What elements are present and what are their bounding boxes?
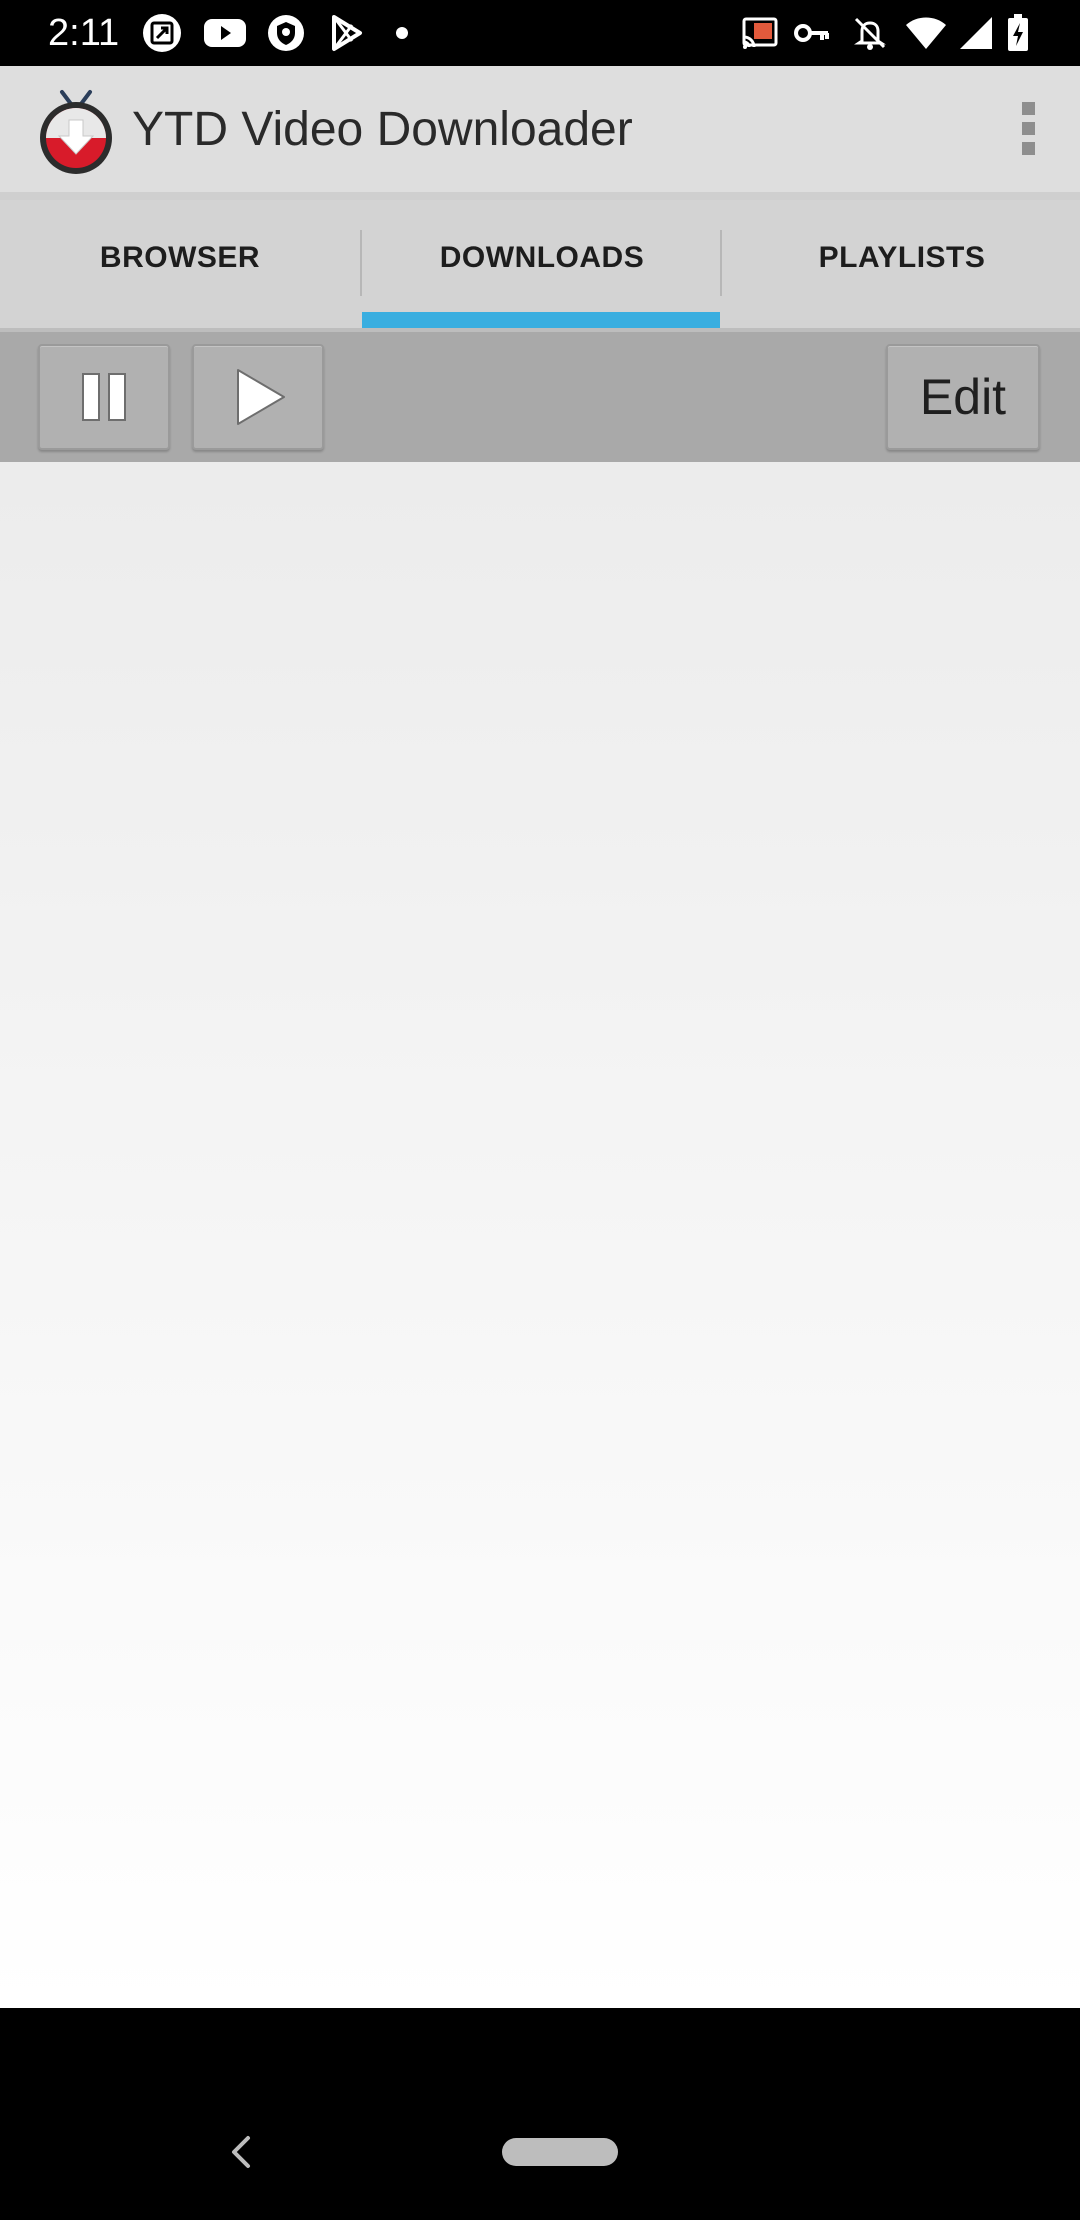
navigation-bar [0, 2008, 1080, 2220]
battery-charging-icon [1008, 14, 1028, 51]
downloads-toolbar: Edit [0, 328, 1080, 462]
pause-button[interactable] [38, 344, 170, 450]
vpn-key-icon [794, 24, 829, 42]
cast-icon [742, 17, 778, 49]
edit-button[interactable]: Edit [886, 344, 1040, 450]
tab-selected-indicator [362, 312, 720, 328]
overflow-menu-icon[interactable] [1006, 96, 1050, 162]
status-bar: 2:11 [0, 0, 1080, 66]
wifi-icon [906, 17, 946, 49]
status-time: 2:11 [48, 12, 120, 54]
screen: 2:11 YTD Video Downloader BROWSER DOWNLO… [0, 0, 1080, 2220]
pause-icon [82, 373, 126, 421]
app-title: YTD Video Downloader [132, 103, 633, 156]
shield-icon [268, 15, 304, 51]
resume-button[interactable] [192, 344, 324, 450]
ytd-logo-icon [40, 90, 112, 174]
menu-dot [1022, 142, 1035, 155]
menu-dot [1022, 102, 1035, 115]
status-right-icons [740, 13, 1040, 53]
app-bar: YTD Video Downloader [0, 66, 1080, 192]
youtube-icon [204, 19, 246, 47]
edit-label: Edit [919, 369, 1007, 425]
tab-browser[interactable]: BROWSER [0, 200, 360, 328]
notification-screenshot-icon [143, 14, 181, 52]
play-store-icon [332, 15, 362, 51]
back-icon[interactable] [222, 2132, 258, 2172]
signal-icon [960, 17, 992, 49]
tab-playlists[interactable]: PLAYLISTS [722, 200, 1080, 328]
tab-downloads[interactable]: DOWNLOADS [362, 200, 722, 328]
dot-icon [396, 27, 408, 39]
alarm-off-icon [854, 17, 886, 50]
tab-bar: BROWSER DOWNLOADS PLAYLISTS [0, 192, 1080, 328]
menu-dot [1022, 122, 1035, 135]
home-pill-icon[interactable] [502, 2138, 618, 2166]
downloads-list [0, 462, 1080, 2008]
play-icon [237, 369, 285, 425]
